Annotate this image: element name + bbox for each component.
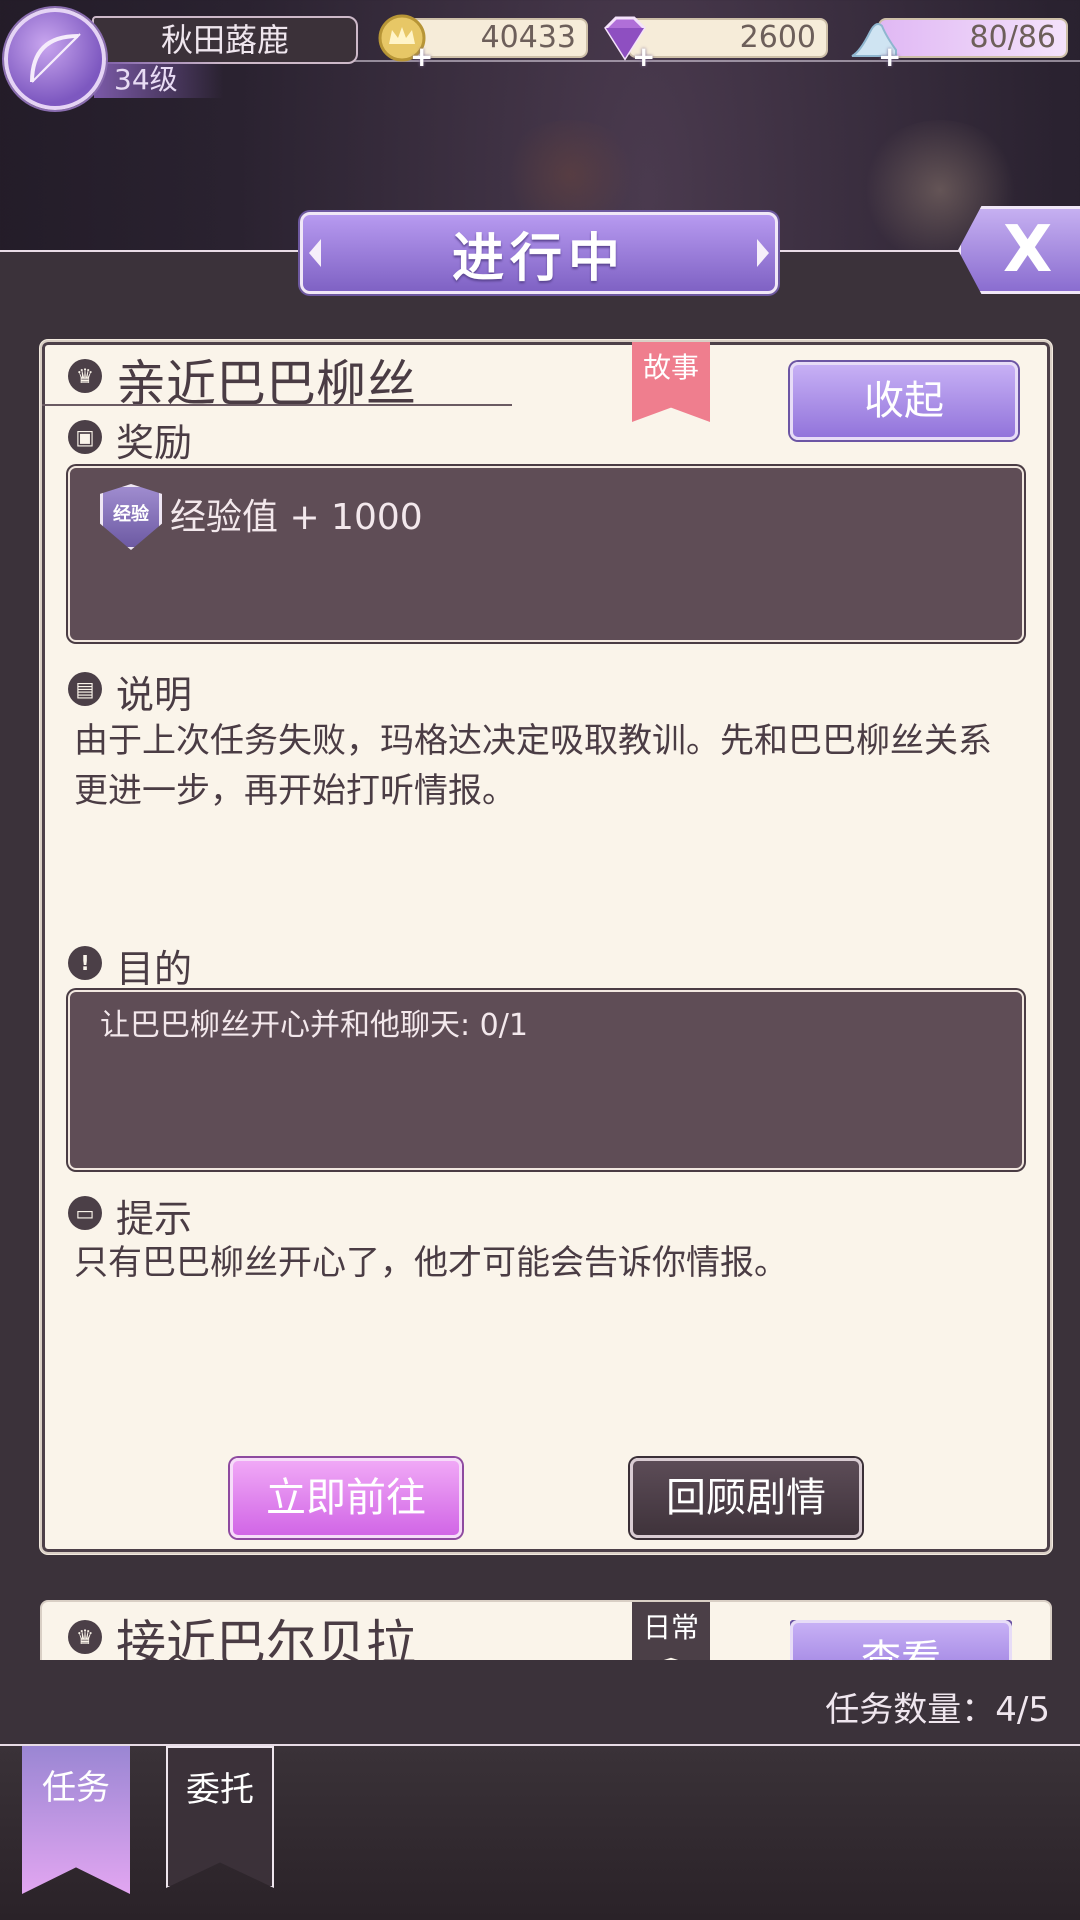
note-icon: ▭ bbox=[68, 1196, 102, 1230]
rose-decoration bbox=[350, 60, 1080, 72]
player-name: 秋田蕗鹿 bbox=[92, 16, 358, 64]
crown-icon: ♛ bbox=[68, 359, 102, 393]
description-heading: 说明 bbox=[116, 673, 193, 717]
close-button[interactable]: X bbox=[958, 206, 1080, 294]
objective-text: 让巴巴柳丝开心并和他聊天: 0/1 bbox=[100, 1008, 528, 1043]
bow-emblem-icon bbox=[30, 33, 81, 83]
stamina-counter: 80/86 bbox=[878, 18, 1068, 58]
book-icon: ▤ bbox=[68, 672, 102, 706]
crown-icon: ♛ bbox=[68, 1620, 102, 1654]
player-level: 34级 bbox=[94, 62, 224, 98]
reward-heading: 奖励 bbox=[116, 421, 193, 465]
quest-count-bar: 任务数量：4/5 bbox=[0, 1660, 1080, 1746]
title-underline bbox=[42, 404, 512, 406]
banner-left-arrow-icon bbox=[309, 239, 321, 267]
avatar[interactable] bbox=[4, 8, 106, 110]
exclamation-icon: ! bbox=[68, 946, 102, 980]
go-now-button[interactable]: 立即前往 bbox=[230, 1458, 462, 1538]
bottom-background bbox=[0, 1746, 1080, 1920]
header-banner: 进行中 bbox=[300, 212, 778, 294]
view-button[interactable]: 查看 bbox=[790, 1620, 1012, 1660]
hint-heading: 提示 bbox=[116, 1197, 193, 1241]
gem-counter: 2600 bbox=[628, 18, 828, 58]
review-story-button[interactable]: 回顾剧情 bbox=[630, 1458, 862, 1538]
quest-title: 接近巴尔贝拉 bbox=[116, 1615, 416, 1660]
description-text: 由于上次任务失败，玛格达决定吸取教训。先和巴巴柳丝关系更进一步，再开始打听情报。 bbox=[74, 721, 992, 811]
page-title: 进行中 bbox=[451, 228, 626, 289]
add-gold-button[interactable]: + bbox=[410, 40, 433, 73]
gold-counter: 40433 bbox=[408, 18, 588, 58]
view-button-clip: 查看 bbox=[790, 1620, 1012, 1660]
add-gem-button[interactable]: + bbox=[632, 40, 655, 73]
add-stamina-button[interactable]: + bbox=[878, 40, 901, 73]
reward-text: 经验值 + 1000 bbox=[170, 497, 423, 538]
collapse-button[interactable]: 收起 bbox=[790, 362, 1018, 440]
gift-icon: ▣ bbox=[68, 420, 102, 454]
banner-right-arrow-icon bbox=[757, 239, 769, 267]
quest-count: 任务数量：4/5 bbox=[825, 1690, 1050, 1730]
hint-text: 只有巴巴柳丝开心了，他才可能会告诉你情报。 bbox=[74, 1243, 788, 1283]
objective-heading: 目的 bbox=[116, 947, 193, 991]
